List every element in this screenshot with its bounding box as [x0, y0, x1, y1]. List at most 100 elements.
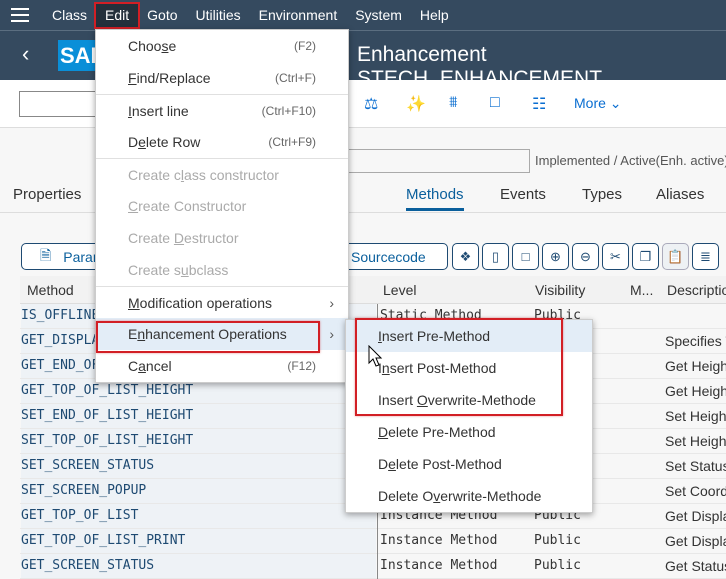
- menu-item-delete-overwrite-method[interactable]: Delete Overwrite-Methode: [346, 480, 592, 512]
- shortcut: (Ctrl+F9): [268, 135, 316, 149]
- puzzle-button[interactable]: ❖: [452, 243, 479, 270]
- description-cell: Specifies T: [665, 333, 726, 349]
- align-icon: ≣: [700, 248, 711, 264]
- tab-events[interactable]: Events: [500, 186, 546, 203]
- chevron-left-icon: ‹: [22, 41, 30, 66]
- menu-item-delete-row[interactable]: Delete Row (Ctrl+F9): [96, 126, 348, 158]
- menu-system[interactable]: System: [346, 4, 411, 27]
- method-cell: SET_SCREEN_STATUS: [21, 454, 376, 478]
- menu-item-delete-pre-method[interactable]: Delete Pre-Method: [346, 416, 592, 448]
- tab-aliases[interactable]: Aliases: [656, 186, 704, 203]
- shortcut: (Ctrl+F): [275, 71, 316, 85]
- chevron-down-icon: ⌄: [609, 95, 622, 111]
- col-visibility[interactable]: Visibility: [535, 282, 585, 298]
- hamburger-menu-button[interactable]: [0, 8, 40, 22]
- more-button[interactable]: More ⌄: [574, 95, 622, 112]
- edit-menu: Choose (F2) Find/Replace (Ctrl+F) Insert l…: [95, 29, 349, 383]
- description-cell: Set Height: [665, 433, 726, 449]
- level-cell: Instance Method: [377, 554, 497, 579]
- menu-item-insert-line[interactable]: Insert line (Ctrl+F10): [96, 94, 348, 126]
- shortcut: (Ctrl+F10): [261, 104, 316, 118]
- menu-item-create-subclass: Create subclass: [128, 262, 229, 278]
- menu-item-delete-post-method[interactable]: Delete Post-Method: [346, 448, 592, 480]
- chevron-right-icon: ›: [329, 295, 334, 311]
- table-row[interactable]: GET_SCREEN_STATUS Instance Method Public Ge…: [20, 554, 726, 579]
- menu-class[interactable]: Class: [43, 4, 96, 27]
- visibility-cell: Public: [534, 533, 581, 548]
- menu-goto[interactable]: Goto: [138, 4, 186, 27]
- col-method[interactable]: Method: [27, 282, 74, 298]
- clipboard-icon: 📋: [667, 248, 684, 264]
- plus-circle-icon: ⊕: [550, 248, 561, 264]
- paste-button[interactable]: 📋: [662, 243, 689, 270]
- menu-item-create-class-constructor: Create class constructor: [96, 158, 348, 190]
- menu-help[interactable]: Help: [411, 4, 458, 27]
- description-cell: Get Height: [665, 383, 726, 399]
- tab-properties[interactable]: Properties: [13, 186, 81, 203]
- method-cell: SET_TOP_OF_LIST_HEIGHT: [21, 429, 376, 453]
- chevron-right-icon: ›: [329, 326, 334, 342]
- puzzle-icon: ❖: [459, 248, 472, 264]
- command-field[interactable]: [19, 91, 99, 117]
- sourcecode-label: Sourcecode: [351, 248, 426, 265]
- menu-item-cancel[interactable]: Cancel (F12): [96, 350, 348, 382]
- col-level[interactable]: Level: [383, 282, 416, 298]
- menu-item-insert-overwrite-method[interactable]: Insert Overwrite-Methode: [346, 384, 592, 416]
- menu-item-create-destructor: Create Destructor: [128, 230, 239, 246]
- description-cell: Get Status: [665, 558, 726, 574]
- method-cell: SET_END_OF_LIST_HEIGHT: [21, 404, 376, 428]
- menu-item-enhancement-operations[interactable]: Enhancement Operations ›: [96, 318, 348, 350]
- scissors-icon: ✂: [610, 248, 621, 264]
- mouse-cursor-icon: [368, 345, 383, 367]
- cut-button[interactable]: ✂: [602, 243, 629, 270]
- tab-types[interactable]: Types: [582, 186, 622, 203]
- document-icon: 🗎: [40, 246, 52, 263]
- shortcut: (F2): [294, 39, 316, 53]
- magic-wand-icon[interactable]: ✨: [406, 94, 426, 114]
- shortcut: (F12): [287, 359, 316, 373]
- delete-row-button[interactable]: ⊖: [572, 243, 599, 270]
- detail-button[interactable]: ▯: [482, 243, 509, 270]
- menu-item-find-replace[interactable]: Find/Replace (Ctrl+F): [96, 62, 348, 94]
- balance-icon[interactable]: ⚖: [364, 94, 378, 114]
- menu-edit[interactable]: Edit: [94, 1, 141, 29]
- method-cell: SET_SCREEN_POPUP: [21, 479, 376, 503]
- insert-row-button[interactable]: ⊕: [542, 243, 569, 270]
- copy-icon: ❐: [639, 248, 652, 264]
- visibility-cell: Public: [534, 558, 581, 573]
- minus-circle-icon: ⊖: [580, 248, 591, 264]
- description-cell: Set Height: [665, 408, 726, 424]
- menu-item-create-constructor: Create Constructor: [128, 198, 247, 214]
- status-text: Implemented / Active(Enh. active): [535, 153, 726, 168]
- expand-button[interactable]: □: [512, 243, 539, 270]
- col-description[interactable]: Description: [667, 282, 726, 298]
- menu-item-choose[interactable]: Choose (F2): [96, 30, 348, 62]
- tab-methods[interactable]: Methods: [406, 186, 464, 211]
- method-cell: GET_TOP_OF_LIST: [21, 504, 376, 528]
- description-cell: Get Displa: [665, 533, 726, 549]
- menu-environment[interactable]: Environment: [250, 4, 347, 27]
- level-cell: Instance Method: [377, 529, 497, 554]
- expand-icon: □: [521, 249, 530, 264]
- description-cell: Set Coord: [665, 483, 726, 499]
- col-modeled[interactable]: M...: [630, 282, 653, 298]
- hamburger-icon: [11, 8, 29, 22]
- description-cell: Get Displa: [665, 508, 726, 524]
- menu-item-modification-operations[interactable]: Modification operations ›: [96, 286, 348, 318]
- back-button[interactable]: ‹: [22, 41, 29, 67]
- table-row[interactable]: GET_TOP_OF_LIST_PRINT Instance Method Publ…: [20, 529, 726, 554]
- align-button[interactable]: ≣: [692, 243, 719, 270]
- hierarchy-icon[interactable]: ☷: [532, 94, 546, 114]
- description-cell: Get Height: [665, 358, 726, 374]
- copy-button[interactable]: ❐: [632, 243, 659, 270]
- method-cell: GET_SCREEN_STATUS: [21, 554, 376, 578]
- method-cell: GET_TOP_OF_LIST_PRINT: [21, 529, 376, 553]
- document-icon: ▯: [491, 248, 500, 264]
- expand-icon[interactable]: □: [490, 94, 500, 112]
- description-cell: Set Status: [665, 458, 726, 474]
- filter-icon[interactable]: ⩩: [449, 94, 458, 112]
- menu-utilities[interactable]: Utilities: [187, 4, 250, 27]
- menu-bar: Class Edit Goto Utilities Environment Sy…: [0, 0, 726, 31]
- description-field[interactable]: [340, 149, 530, 173]
- more-label: More: [574, 95, 606, 111]
